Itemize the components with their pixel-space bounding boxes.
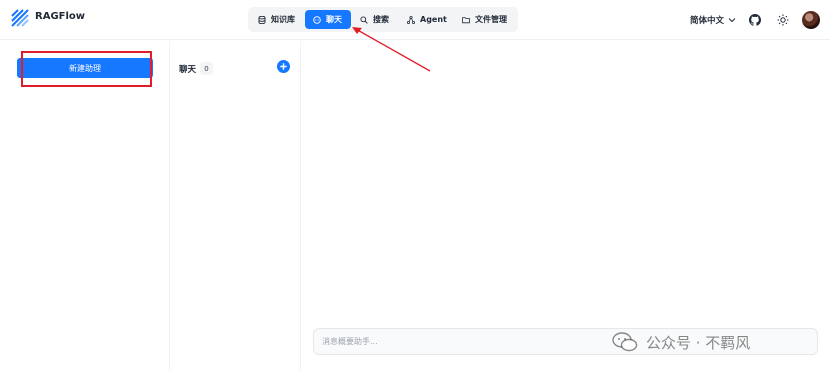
github-icon[interactable]	[749, 14, 761, 26]
chat-icon	[313, 15, 321, 24]
folder-icon	[462, 16, 470, 23]
language-label: 简体中文	[690, 16, 725, 26]
nav-item-knowledge-base[interactable]: 知识库	[254, 10, 300, 29]
chat-count-badge: 0	[200, 62, 213, 75]
top-header: RAGFlow 知识库 聊天 搜索 Agent 文件管理 简体中文	[0, 0, 830, 40]
brand-name: RAGFlow	[35, 11, 86, 22]
avatar[interactable]	[802, 11, 820, 29]
nav-item-label: 文件管理	[475, 15, 507, 24]
sun-icon[interactable]	[777, 14, 789, 26]
search-icon	[360, 15, 368, 24]
nav-item-agent[interactable]: Agent	[403, 10, 449, 29]
database-icon	[258, 15, 266, 24]
chat-list-panel: 聊天 0	[171, 41, 301, 371]
add-chat-icon[interactable]	[277, 60, 290, 73]
nav-item-label: 知识库	[271, 15, 295, 24]
main-nav: 知识库 聊天 搜索 Agent 文件管理	[248, 7, 518, 32]
nav-item-label: 搜索	[373, 15, 389, 24]
message-input[interactable]	[313, 328, 818, 355]
chevron-down-icon	[728, 18, 736, 23]
nav-item-file-management[interactable]: 文件管理	[458, 10, 514, 29]
nav-item-chat[interactable]: 聊天	[305, 10, 351, 29]
agent-icon	[407, 15, 415, 24]
assistant-sidebar: 新建助理	[0, 41, 170, 371]
nav-item-label: 聊天	[326, 15, 342, 24]
nav-item-search[interactable]: 搜索	[356, 10, 396, 29]
ragflow-logo-icon	[11, 9, 29, 27]
nav-item-label: Agent	[420, 15, 447, 24]
new-assistant-button[interactable]: 新建助理	[17, 58, 153, 78]
language-selector[interactable]: 简体中文	[690, 14, 736, 26]
chat-list-title: 聊天	[179, 65, 197, 75]
